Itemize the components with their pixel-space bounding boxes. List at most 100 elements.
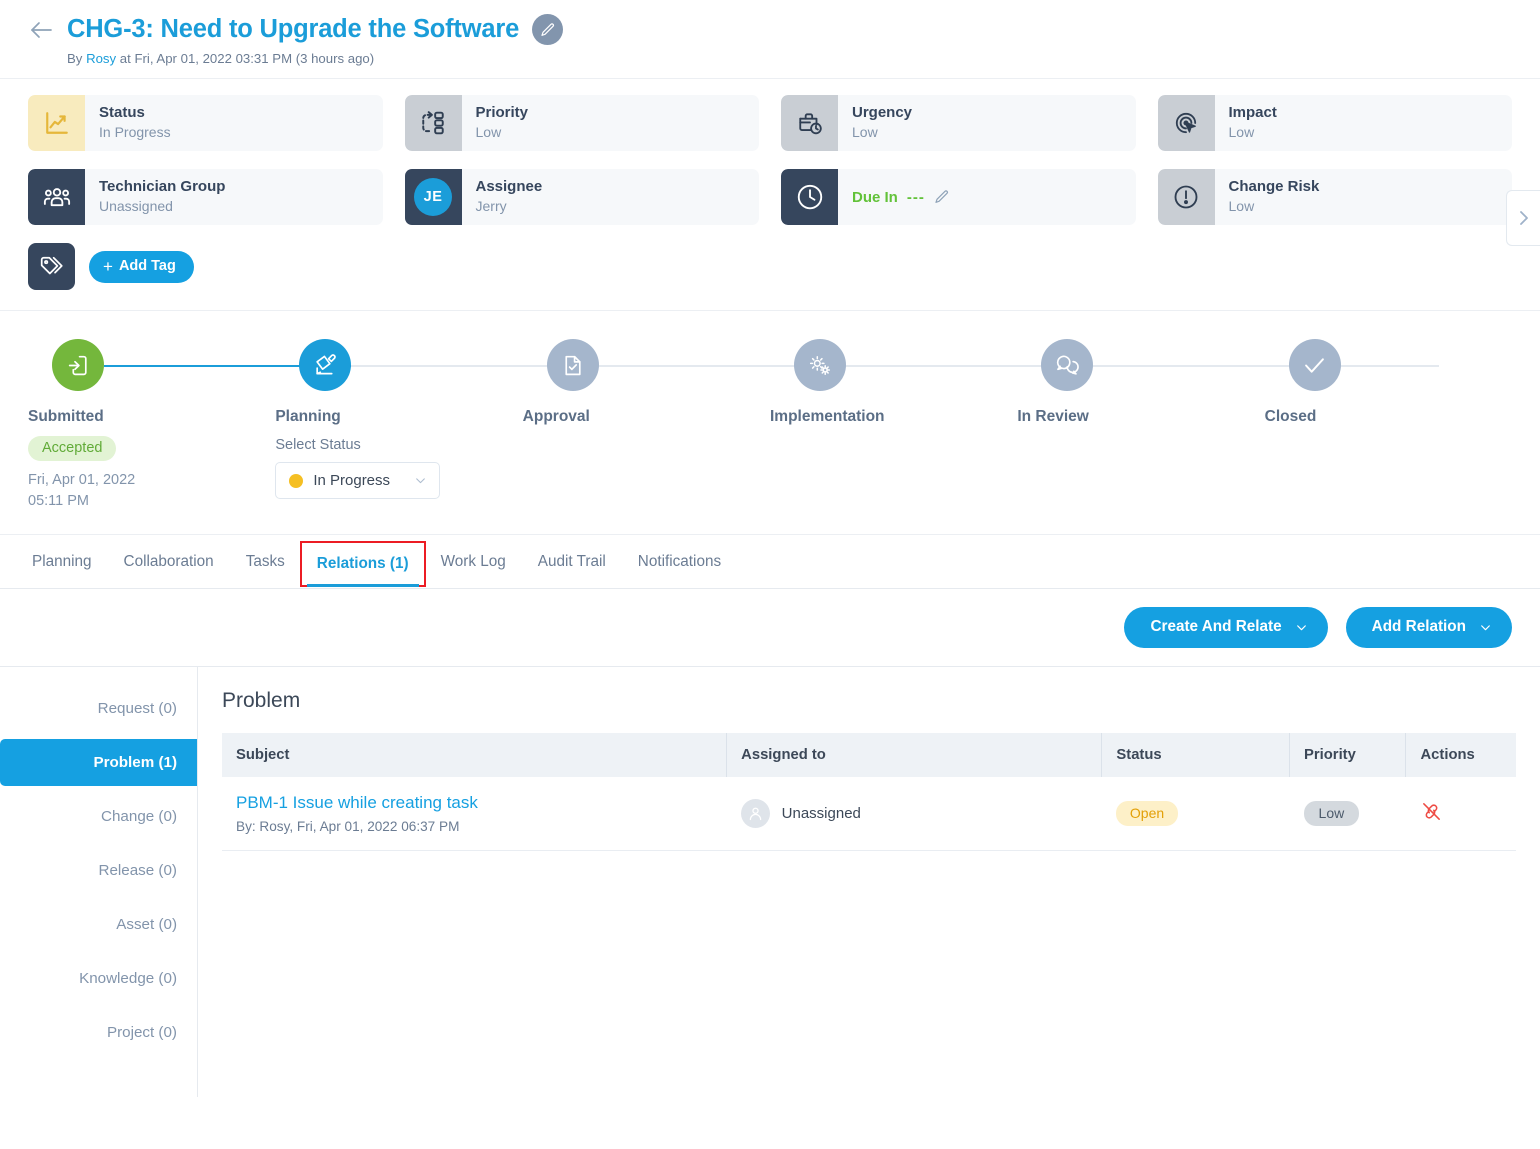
subject-link[interactable]: PBM-1 Issue while creating task: [236, 793, 713, 813]
tab-tasks[interactable]: Tasks: [230, 535, 301, 588]
column-header-assigned-to[interactable]: Assigned to: [726, 733, 1103, 778]
cell-priority: Low: [1289, 777, 1406, 852]
due-in-body: Due In ---: [838, 169, 964, 225]
edit-title-button[interactable]: [532, 14, 564, 45]
property-card-status[interactable]: Status In Progress: [28, 95, 383, 151]
tag-icon: [28, 243, 75, 290]
page-title: CHG-3: Need to Upgrade the Software: [67, 15, 520, 43]
property-label: Change Risk: [1228, 178, 1320, 196]
briefcase-clock-icon: [781, 95, 838, 151]
chat-bubbles-icon: [1041, 339, 1094, 391]
cell-actions: [1405, 777, 1516, 852]
step-label: Submitted: [28, 408, 104, 425]
plus-icon: +: [103, 256, 113, 276]
step-implementation[interactable]: Implementation: [770, 339, 1192, 512]
property-value: In Progress: [99, 124, 171, 141]
relations-body: Request (0) Problem (1) Change (0) Relea…: [0, 667, 1540, 1098]
step-connector: [1093, 365, 1439, 367]
cell-status: Open: [1101, 777, 1290, 852]
relations-heading: Problem: [222, 689, 301, 713]
tags-row: + Add Tag: [0, 225, 1540, 311]
property-card-assignee[interactable]: JE Assignee Jerry: [404, 169, 760, 225]
step-in-review[interactable]: In Review: [1017, 339, 1439, 512]
sidebar-item-problem[interactable]: Problem (1): [0, 739, 197, 787]
step-date: Fri, Apr 01, 2022 05:11 PM: [28, 472, 136, 510]
clock-icon: [781, 169, 838, 225]
document-check-icon: [546, 339, 599, 391]
workflow-stepper: Submitted Accepted Fri, Apr 01, 2022 05:…: [28, 339, 1512, 512]
property-body: Priority Low: [462, 95, 760, 151]
cell-assigned-to: Unassigned: [726, 777, 1102, 852]
chevron-down-icon: [1295, 621, 1308, 634]
byline-author-link[interactable]: Rosy: [86, 51, 116, 66]
property-label: Assignee: [475, 178, 543, 196]
step-label: In Review: [1017, 408, 1089, 425]
sidebar-item-change[interactable]: Change (0): [0, 793, 197, 840]
assignee-cell: Unassigned: [740, 799, 1088, 829]
due-in-label: Due In: [852, 188, 898, 206]
status-badge: Open: [1115, 801, 1179, 827]
assignee-name: Unassigned: [781, 805, 861, 823]
add-tag-button[interactable]: + Add Tag: [89, 250, 194, 283]
sidebar-item-release[interactable]: Release (0): [0, 847, 197, 894]
property-body: Impact Low: [1215, 95, 1513, 151]
assignee-avatar-tile: JE: [404, 169, 462, 225]
property-value: Unassigned: [99, 198, 173, 215]
add-relation-button[interactable]: Add Relation: [1345, 607, 1512, 649]
property-label: Impact: [1228, 104, 1277, 122]
unlink-icon[interactable]: [1420, 800, 1443, 823]
table-header-row: Subject Assigned to Status Priority Acti…: [222, 733, 1516, 778]
step-submitted[interactable]: Submitted Accepted Fri, Apr 01, 2022 05:…: [28, 339, 450, 512]
step-label: Approval: [522, 408, 590, 425]
sidebar-item-knowledge[interactable]: Knowledge (0): [0, 955, 197, 1002]
tab-planning[interactable]: Planning: [28, 535, 108, 588]
relations-sidebar: Request (0) Problem (1) Change (0) Relea…: [0, 667, 198, 1098]
property-card-urgency[interactable]: Urgency Low: [781, 95, 1136, 151]
change-request-detail-page: CHG-3: Need to Upgrade the Software By R…: [0, 0, 1540, 1149]
tab-work-log[interactable]: Work Log: [425, 535, 522, 588]
byline-prefix: By: [67, 51, 83, 66]
people-group-icon: [28, 169, 85, 225]
chevron-right-icon[interactable]: [1506, 190, 1540, 246]
sidebar-item-request[interactable]: Request (0): [0, 685, 197, 732]
status-select[interactable]: In Progress: [275, 462, 441, 499]
status-select-value: In Progress: [313, 472, 391, 489]
column-header-actions: Actions: [1405, 733, 1516, 778]
property-body: Assignee Jerry: [462, 169, 760, 225]
due-in-value: ---: [906, 188, 925, 206]
property-card-impact[interactable]: Impact Low: [1157, 95, 1513, 151]
relations-main: Problem Subject Assigned to Status Prior…: [198, 667, 1540, 1097]
add-tag-label: Add Tag: [118, 258, 176, 274]
property-card-due-in[interactable]: Due In ---: [781, 169, 1136, 225]
title-row: CHG-3: Need to Upgrade the Software: [28, 14, 1512, 45]
document-in-icon: [52, 339, 104, 391]
exclamation-circle-icon: [1157, 169, 1215, 225]
step-approval[interactable]: Approval: [522, 339, 944, 512]
check-icon: [1288, 339, 1341, 391]
create-and-relate-button[interactable]: Create And Relate: [1124, 607, 1328, 649]
tab-notifications[interactable]: Notifications: [622, 535, 737, 588]
column-header-subject[interactable]: Subject: [222, 733, 728, 778]
add-relation-label: Add Relation: [1371, 618, 1466, 636]
sidebar-item-asset[interactable]: Asset (0): [0, 901, 197, 948]
tab-relations[interactable]: Relations (1): [299, 541, 426, 588]
sidebar-item-project[interactable]: Project (0): [0, 1009, 197, 1056]
table-body: PBM-1 Issue while creating task By: Rosy…: [222, 777, 1516, 852]
due-in-edit-icon[interactable]: [934, 189, 950, 205]
property-card-change-risk[interactable]: Change Risk Low: [1157, 169, 1512, 225]
step-planning[interactable]: Planning Select Status In Progress: [275, 339, 697, 512]
property-value: Low: [475, 124, 502, 141]
tab-audit-trail[interactable]: Audit Trail: [522, 535, 622, 588]
step-label: Planning: [275, 408, 341, 425]
workflow-stepper-section: Submitted Accepted Fri, Apr 01, 2022 05:…: [0, 311, 1540, 536]
property-card-technician-group[interactable]: Technician Group Unassigned: [28, 169, 383, 225]
chevron-down-icon: [414, 474, 427, 487]
column-header-status[interactable]: Status: [1101, 733, 1291, 778]
property-card-priority[interactable]: Priority Low: [404, 95, 760, 151]
property-body: Urgency Low: [838, 95, 1136, 151]
property-body: Technician Group Unassigned: [85, 169, 383, 225]
tab-collaboration[interactable]: Collaboration: [108, 535, 230, 588]
column-header-priority[interactable]: Priority: [1289, 733, 1407, 778]
select-status-label: Select Status: [275, 437, 361, 453]
back-arrow-icon[interactable]: [28, 17, 54, 43]
